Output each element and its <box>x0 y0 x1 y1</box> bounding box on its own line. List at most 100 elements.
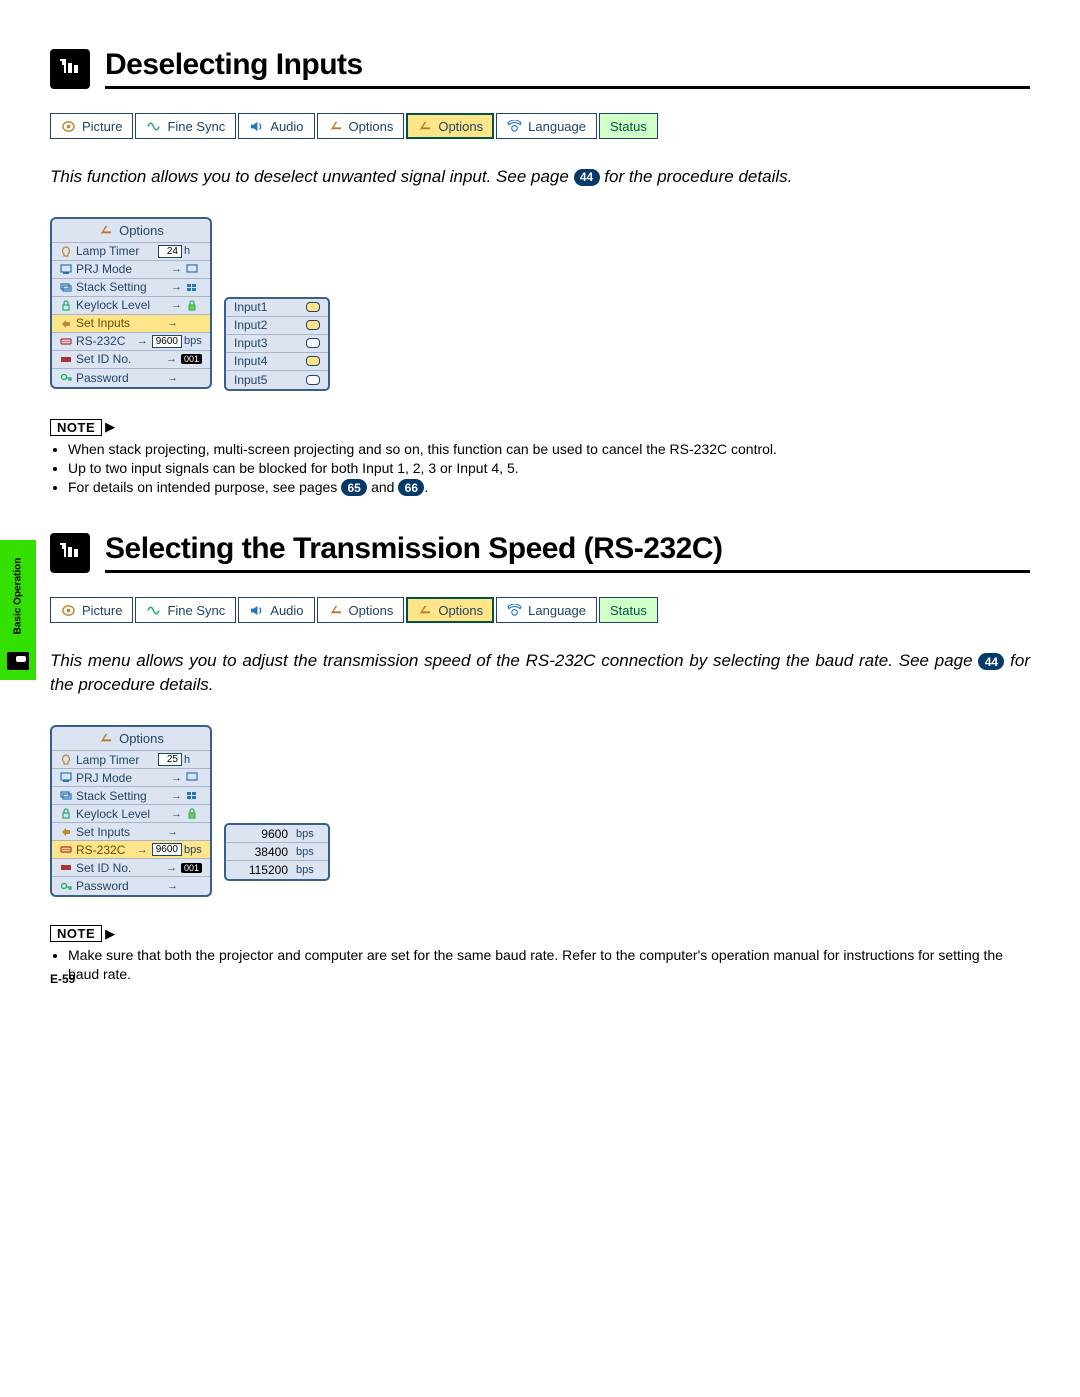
note-item: When stack projecting, multi-screen proj… <box>68 440 1030 459</box>
checkbox-icon <box>306 375 320 385</box>
section-title: Selecting the Transmission Speed (RS-232… <box>105 532 1030 573</box>
tab-audio[interactable]: Audio <box>238 597 314 623</box>
osd-header-label: Options <box>119 731 164 746</box>
osd-keylock-level[interactable]: Keylock Level→ <box>52 297 210 315</box>
osd-setid-value: 001 <box>181 863 202 873</box>
osd-keylock-level[interactable]: Keylock Level→ <box>52 805 210 823</box>
note-item: Up to two input signals can be blocked f… <box>68 459 1030 478</box>
input1-row[interactable]: Input1 <box>226 299 328 317</box>
tab-language-label: Language <box>528 603 586 618</box>
tab-options2-label: Options <box>438 603 483 618</box>
checkbox-icon <box>306 338 320 348</box>
osd-header: Options <box>52 727 210 751</box>
note-bar: NOTE ▶ <box>50 925 1030 942</box>
osd-lamp-timer: Lamp Timer25h <box>52 751 210 769</box>
input5-row[interactable]: Input5 <box>226 371 328 389</box>
bps-popup: 9600bps 38400bps 115200bps <box>224 823 330 881</box>
tab-options-1[interactable]: Options <box>317 597 405 623</box>
input3-row[interactable]: Input3 <box>226 335 328 353</box>
osd-set-inputs[interactable]: Set Inputs→ <box>52 823 210 841</box>
notes-list: Make sure that both the projector and co… <box>68 946 1030 984</box>
arrow-icon: ▶ <box>105 419 115 435</box>
checkbox-icon <box>306 302 320 312</box>
tab-picture[interactable]: Picture <box>50 597 133 623</box>
input4-row[interactable]: Input4 <box>226 353 328 371</box>
osd-stack-setting[interactable]: Stack Setting→ <box>52 787 210 805</box>
tab-status[interactable]: Status <box>599 597 658 623</box>
checkbox-icon <box>306 320 320 330</box>
section-title-row: Deselecting Inputs <box>50 48 1030 89</box>
tab-options1-label: Options <box>349 603 394 618</box>
osd-setid-value: 001 <box>181 354 202 364</box>
osd-rs232c[interactable]: RS-232C→9600bps <box>52 841 210 859</box>
bps-row[interactable]: 115200bps <box>226 861 328 879</box>
osd-lamp-value: 24 <box>158 245 182 258</box>
tab-language[interactable]: Language <box>496 597 597 623</box>
osd-options-panel: Options Lamp Timer25h PRJ Mode→ Stack Se… <box>50 725 212 897</box>
menu-bar: Picture Fine Sync Audio Options Options … <box>50 597 1030 623</box>
desc-suffix: for the procedure details. <box>600 167 793 186</box>
tab-picture-label: Picture <box>82 603 122 618</box>
tab-status[interactable]: Status <box>599 113 658 139</box>
inputs-popup: Input1 Input2 Input3 Input4 Input5 <box>224 297 330 391</box>
osd-rs232c-value: 9600 <box>152 335 182 348</box>
hand-icon <box>7 652 29 670</box>
tab-fine-sync[interactable]: Fine Sync <box>135 597 236 623</box>
tab-status-label: Status <box>610 603 647 618</box>
note-item: Make sure that both the projector and co… <box>68 946 1030 984</box>
tab-picture[interactable]: Picture <box>50 113 133 139</box>
osd-header-label: Options <box>119 223 164 238</box>
osd-set-id[interactable]: Set ID No.→001 <box>52 351 210 369</box>
notes-list: When stack projecting, multi-screen proj… <box>68 440 1030 497</box>
osd-stack-setting[interactable]: Stack Setting→ <box>52 279 210 297</box>
osd-prj-mode[interactable]: PRJ Mode→ <box>52 769 210 787</box>
page-ref-chip: 44 <box>978 653 1004 670</box>
note-label: NOTE <box>50 925 102 942</box>
tab-audio[interactable]: Audio <box>238 113 314 139</box>
osd-password[interactable]: Password→ <box>52 877 210 895</box>
osd-password[interactable]: Password→ <box>52 369 210 387</box>
tab-options2-label: Options <box>438 119 483 134</box>
menu-bar: Picture Fine Sync Audio Options Options … <box>50 113 1030 139</box>
osd-lamp-timer: Lamp Timer24h <box>52 243 210 261</box>
osd-prj-mode[interactable]: PRJ Mode→ <box>52 261 210 279</box>
desc-prefix: This menu allows you to adjust the trans… <box>50 651 978 670</box>
checkbox-icon <box>306 356 320 366</box>
tab-status-label: Status <box>610 119 647 134</box>
section-title-row: Selecting the Transmission Speed (RS-232… <box>50 532 1030 573</box>
tab-options-2[interactable]: Options <box>406 597 494 623</box>
bps-row[interactable]: 9600bps <box>226 825 328 843</box>
osd-header: Options <box>52 219 210 243</box>
osd-options-panel: Options Lamp Timer24h PRJ Mode→ Stack Se… <box>50 217 212 389</box>
side-tab: Basic Operation <box>0 540 36 680</box>
page-ref-chip: 66 <box>398 479 424 496</box>
osd-panel-row: Options Lamp Timer24h PRJ Mode→ Stack Se… <box>50 217 1030 391</box>
section-title: Deselecting Inputs <box>105 48 1030 89</box>
note-bar: NOTE ▶ <box>50 419 1030 436</box>
hand-icon <box>50 533 90 573</box>
note-label: NOTE <box>50 419 102 436</box>
tab-audio-label: Audio <box>270 119 303 134</box>
osd-set-inputs[interactable]: Set Inputs→ <box>52 315 210 333</box>
tab-options-1[interactable]: Options <box>317 113 405 139</box>
tab-fine-sync-label: Fine Sync <box>167 119 225 134</box>
tab-fine-sync-label: Fine Sync <box>167 603 225 618</box>
tab-options-2[interactable]: Options <box>406 113 494 139</box>
tab-picture-label: Picture <box>82 119 122 134</box>
tab-audio-label: Audio <box>270 603 303 618</box>
tab-fine-sync[interactable]: Fine Sync <box>135 113 236 139</box>
page-ref-chip: 65 <box>341 479 367 496</box>
tab-language[interactable]: Language <box>496 113 597 139</box>
input2-row[interactable]: Input2 <box>226 317 328 335</box>
arrow-icon: ▶ <box>105 926 115 942</box>
tab-options1-label: Options <box>349 119 394 134</box>
tab-language-label: Language <box>528 119 586 134</box>
side-tab-label: Basic Operation <box>13 558 24 635</box>
osd-lamp-value: 25 <box>158 753 182 766</box>
hand-icon <box>50 49 90 89</box>
desc-prefix: This function allows you to deselect unw… <box>50 167 574 186</box>
bps-row[interactable]: 38400bps <box>226 843 328 861</box>
note-item: For details on intended purpose, see pag… <box>68 478 1030 497</box>
osd-set-id[interactable]: Set ID No.→001 <box>52 859 210 877</box>
osd-rs232c[interactable]: RS-232C→9600bps <box>52 333 210 351</box>
